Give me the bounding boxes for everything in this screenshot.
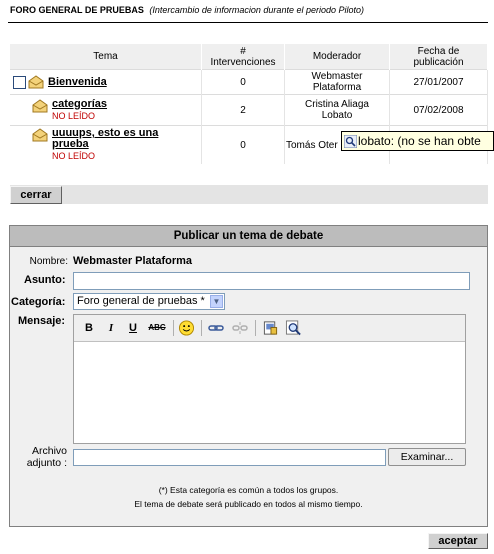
- cerrar-button[interactable]: cerrar: [10, 186, 62, 204]
- col-header-moderador[interactable]: Moderador: [284, 44, 390, 70]
- fecha-cell: 27/01/2007: [389, 69, 488, 95]
- nombre-value: Webmaster Plataforma: [73, 255, 193, 267]
- file-path-input[interactable]: [73, 449, 386, 466]
- archivo-label-line1: Archivo: [31, 445, 67, 457]
- forum-name: FORO GENERAL DE PRUEBAS: [10, 5, 144, 15]
- moderador-cell: Webmaster Plataforma: [284, 69, 390, 95]
- tooltip-text: lobato: (no se han obte: [358, 134, 481, 148]
- topic-link[interactable]: categorías: [52, 98, 107, 110]
- asunto-label: Asunto:: [24, 274, 66, 286]
- topic-link-line2[interactable]: prueba: [52, 139, 158, 150]
- unread-badge: NO LEÍDO: [52, 110, 96, 121]
- envelope-icon: [32, 128, 48, 142]
- category-note: (*) Esta categoría es común a todos los …: [158, 485, 339, 495]
- categoria-label: Categoría:: [11, 296, 66, 308]
- mensaje-label: Mensaje:: [18, 315, 66, 327]
- insert-image-icon[interactable]: [262, 320, 279, 336]
- asunto-input[interactable]: [73, 272, 470, 290]
- moderador-line2: Plataforma: [312, 82, 362, 93]
- tema-cell: Bienvenida: [10, 69, 202, 95]
- chevron-down-icon[interactable]: ▼: [210, 295, 223, 308]
- italic-button[interactable]: I: [105, 320, 117, 336]
- table-row: categorías NO LEÍDO 2 Cristina Aliaga Lo…: [10, 94, 488, 126]
- publish-note: El tema de debate será publicado en todo…: [134, 499, 363, 509]
- table-header-row: Tema # Intervenciones Moderador Fecha de…: [10, 44, 488, 70]
- col-header-intervenciones[interactable]: # Intervenciones: [201, 44, 285, 70]
- archivo-label-line2: adjunto :: [26, 457, 67, 469]
- row-checkbox[interactable]: [13, 75, 26, 89]
- col-header-hash: #: [240, 45, 246, 57]
- forum-header: FORO GENERAL DE PRUEBAS (Intercambio de …: [10, 5, 364, 15]
- message-editor: B I U ABC: [73, 314, 466, 444]
- unread-badge: NO LEÍDO: [52, 151, 96, 161]
- col-header-fecha-line2: publicación: [413, 56, 464, 68]
- intervenciones-cell: 2: [201, 94, 285, 126]
- magnifier-icon: [344, 135, 357, 149]
- intervenciones-cell: 0: [201, 125, 285, 164]
- moderador-line2: Lobato: [321, 110, 353, 121]
- action-bar: cerrar: [10, 185, 488, 204]
- archivo-label: Archivo adjunto :: [10, 445, 67, 469]
- categoria-selected: Foro general de pruebas *: [77, 295, 205, 307]
- header-divider: [8, 22, 488, 23]
- envelope-icon: [28, 75, 44, 89]
- col-header-fecha-line1: Fecha de: [417, 45, 460, 57]
- toolbar-separator: [201, 320, 202, 336]
- nombre-label: Nombre:: [29, 256, 68, 267]
- col-header-interv-label: Intervenciones: [210, 56, 276, 68]
- envelope-icon: [32, 98, 48, 112]
- moderador-cell: Cristina Aliaga Lobato: [284, 94, 390, 126]
- toolbar-separator: [173, 320, 174, 336]
- aceptar-button[interactable]: aceptar: [428, 533, 488, 549]
- unlink-icon[interactable]: [232, 320, 248, 336]
- moderador-line1: Cristina Aliaga: [305, 99, 369, 110]
- intervenciones-cell: 0: [201, 69, 285, 95]
- moderator-tooltip: lobato: (no se han obte: [341, 131, 494, 151]
- topic-link[interactable]: Bienvenida: [48, 76, 107, 88]
- col-header-fecha[interactable]: Fecha de publicación: [389, 44, 488, 70]
- bold-button[interactable]: B: [83, 320, 95, 336]
- toolbar-separator: [255, 320, 256, 336]
- fecha-cell: 07/02/2008: [389, 94, 488, 126]
- examinar-button[interactable]: Examinar...: [388, 448, 466, 466]
- col-header-tema[interactable]: Tema: [10, 44, 202, 70]
- underline-button[interactable]: U: [127, 320, 139, 336]
- editor-toolbar: B I U ABC: [74, 315, 465, 342]
- tema-cell: categorías NO LEÍDO: [10, 94, 202, 126]
- publish-panel: Publicar un tema de debate Nombre: Webma…: [9, 225, 488, 527]
- preview-icon[interactable]: [285, 320, 302, 336]
- link-icon[interactable]: [208, 320, 224, 336]
- table-row: Bienvenida 0 Webmaster Plataforma 27/01/…: [10, 69, 488, 95]
- tema-cell: uuuups, esto es una prueba NO LEÍDO: [10, 125, 202, 164]
- categoria-select[interactable]: Foro general de pruebas * ▼: [73, 293, 225, 310]
- message-textarea[interactable]: [74, 342, 465, 443]
- strikethrough-button[interactable]: ABC: [147, 320, 167, 336]
- smiley-icon[interactable]: [178, 320, 195, 336]
- moderador-line1: Webmaster: [311, 71, 363, 82]
- panel-title: Publicar un tema de debate: [10, 226, 487, 247]
- forum-description: (Intercambio de informacion durante el p…: [149, 5, 364, 15]
